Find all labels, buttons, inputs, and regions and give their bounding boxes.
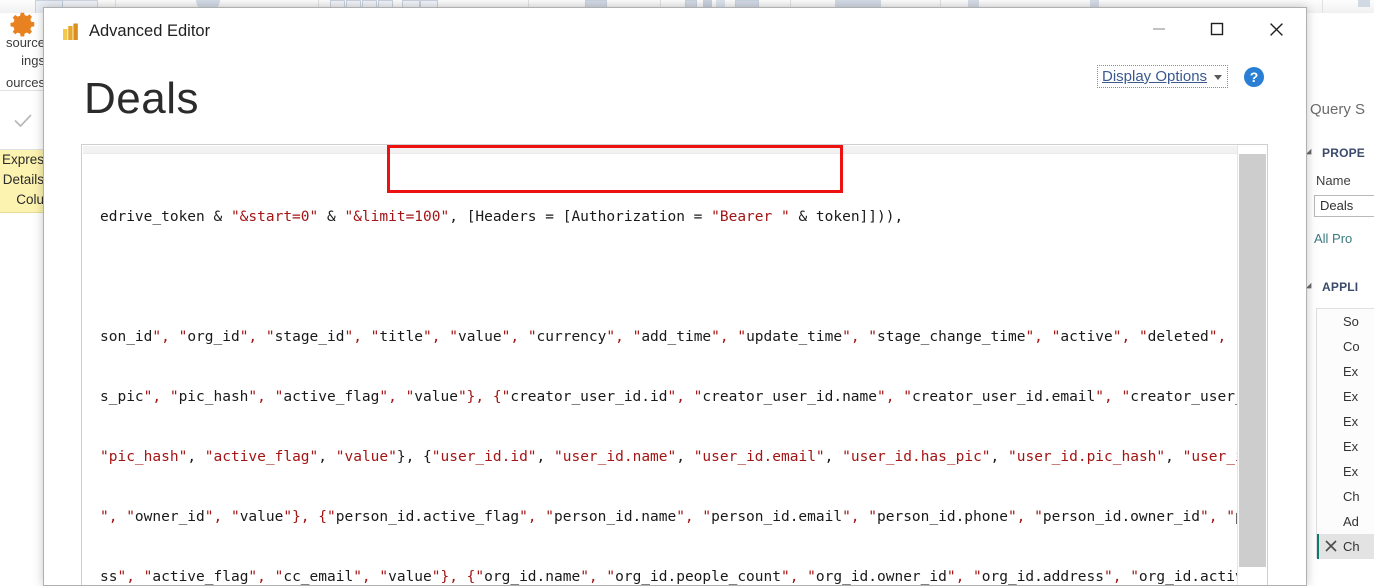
highlight-text-1: Expres [1, 152, 44, 167]
list-item[interactable]: Ex [1317, 384, 1374, 409]
power-bi-logo-icon [62, 23, 80, 41]
list-item[interactable]: Co [1317, 334, 1374, 359]
close-icon [1269, 22, 1284, 42]
editor-top-scroll-strip[interactable] [83, 146, 1237, 154]
dialog-titlebar[interactable]: Advanced Editor [44, 8, 1306, 55]
close-x-icon[interactable] [1324, 539, 1338, 553]
left-rail-text-1: source [5, 35, 45, 50]
help-question-icon[interactable]: ? [1243, 66, 1265, 88]
maximize-button[interactable] [1194, 8, 1240, 55]
list-item[interactable]: Ex [1317, 459, 1374, 484]
highlight-text-3: Colu [16, 192, 44, 207]
code-line: son_id", "org_id", "stage_id", "title", … [100, 329, 1237, 345]
applied-steps-list: So Co Ex Ex Ex Ex Ex Ch Ad Ch [1316, 308, 1374, 559]
code-line: ss", "active_flag", "cc_email", "value"}… [100, 569, 1237, 585]
svg-text:?: ? [1250, 69, 1259, 85]
code-line: "pic_hash", "active_flag", "value"}, {"u… [100, 449, 1237, 465]
minimize-button[interactable] [1136, 8, 1182, 55]
list-item[interactable]: So [1317, 309, 1374, 334]
editor-vertical-scrollbar[interactable] [1237, 145, 1267, 585]
display-options-label: Display Options [1102, 68, 1208, 85]
all-properties-link[interactable]: All Pro [1314, 231, 1352, 246]
name-label: Name [1316, 173, 1351, 188]
chevron-down-icon [1214, 75, 1223, 80]
list-item[interactable]: Ch [1317, 484, 1374, 509]
query-name-input[interactable]: Deals [1314, 195, 1374, 217]
advanced-editor-dialog: Advanced Editor Deals Display Options ? [43, 7, 1307, 586]
minimize-icon [1152, 22, 1166, 41]
properties-section-header[interactable]: PROPE [1305, 145, 1368, 160]
code-editor[interactable]: edrive_token & "&start=0" & "&limit=100"… [81, 144, 1268, 585]
list-item[interactable]: Ex [1317, 359, 1374, 384]
list-item-label: Ch [1343, 539, 1360, 554]
code-line: s_pic", "pic_hash", "active_flag", "valu… [100, 389, 1237, 405]
left-rail-text-2: ings [21, 53, 45, 68]
ribbon-misc-icon-3[interactable] [1358, 0, 1370, 7]
list-item[interactable]: Ad [1317, 509, 1374, 534]
highlight-text-2: Details [2, 172, 44, 187]
highlighted-column-block: Expres Details Colu [0, 150, 46, 213]
maximize-icon [1210, 22, 1224, 41]
check-icon [0, 91, 46, 149]
code-line: edrive_token & "&start=0" & "&limit=100"… [100, 209, 904, 225]
applied-steps-section-label: APPLI [1322, 280, 1359, 294]
code-text[interactable]: edrive_token & "&start=0" & "&limit=100"… [100, 167, 1237, 585]
display-options-dropdown[interactable]: Display Options [1097, 65, 1229, 88]
close-button[interactable] [1253, 8, 1299, 55]
left-rail-text-3: ources [5, 75, 45, 90]
page-title: Deals [84, 74, 199, 123]
list-item-selected[interactable]: Ch [1317, 534, 1374, 559]
dialog-title: Advanced Editor [89, 22, 211, 40]
query-settings-title: Query S [1310, 101, 1366, 118]
properties-section-label: PROPE [1322, 146, 1366, 160]
code-line: ", "owner_id", "value"}, {"person_id.act… [100, 509, 1237, 525]
scrollbar-thumb[interactable] [1239, 154, 1266, 567]
list-item[interactable]: Ex [1317, 434, 1374, 459]
list-item[interactable]: Ex [1317, 409, 1374, 434]
query-settings-pane: Query S PROPE Name Deals All Pro APPLI S… [1299, 13, 1374, 586]
applied-steps-section-header[interactable]: APPLI [1305, 279, 1368, 294]
left-rail-fragment: source ings ources Expres Details Colu [0, 12, 46, 586]
